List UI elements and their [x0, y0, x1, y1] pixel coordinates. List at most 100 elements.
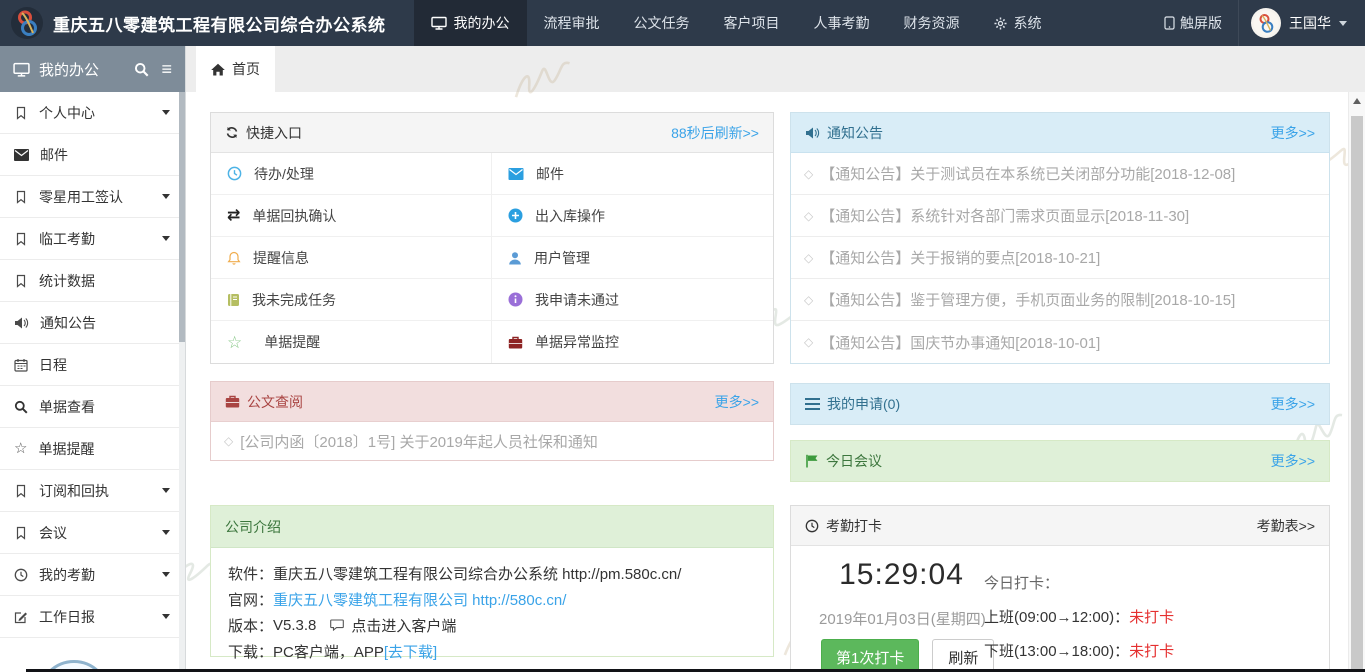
- sidebar-item-temp-attendance[interactable]: 临工考勤: [0, 218, 185, 260]
- scrollbar: [1348, 92, 1365, 672]
- quick-entry-mail[interactable]: 邮件: [492, 153, 773, 195]
- nav-finance-resources[interactable]: 财务资源: [887, 0, 977, 46]
- quick-entry-warehouse-ops[interactable]: 出入库操作: [492, 195, 773, 237]
- quick-entry-reminders[interactable]: 提醒信息: [211, 237, 492, 279]
- clock-time: 15:29:04: [819, 558, 984, 592]
- company-header: 公司介绍: [211, 506, 773, 548]
- sidebar-item-schedule[interactable]: 日程: [0, 344, 185, 386]
- website-link[interactable]: 重庆五八零建筑工程有限公司 http://580c.cn/: [273, 589, 566, 610]
- sidebar-item-mail[interactable]: 邮件: [0, 134, 185, 176]
- diamond-bullet-icon: ◇: [804, 252, 813, 264]
- sidebar-item-work-daily[interactable]: 工作日报: [0, 596, 185, 638]
- tab-home[interactable]: 首页: [196, 46, 275, 92]
- scrollbar-thumb[interactable]: [1351, 116, 1363, 670]
- diamond-bullet-icon: ◇: [224, 435, 233, 447]
- quick-entry-label: 提醒信息: [253, 248, 309, 268]
- nav-document-tasks[interactable]: 公文任务: [617, 0, 707, 46]
- sidebar-item-statistics[interactable]: 统计数据: [0, 260, 185, 302]
- today-punch-label: 今日打卡：: [984, 572, 1174, 593]
- panel-title: 今日会议: [826, 451, 882, 471]
- chevron-down-icon: [162, 572, 170, 577]
- mail-icon: [14, 149, 29, 161]
- quick-entry-label: 出入库操作: [535, 206, 605, 226]
- sidebar-item-notices[interactable]: 通知公告: [0, 302, 185, 344]
- hamburger-menu-icon[interactable]: ≡: [161, 60, 172, 78]
- nav-my-office[interactable]: 我的办公: [414, 0, 527, 46]
- meetings-more-link[interactable]: 更多>>: [1271, 451, 1315, 471]
- sidebar-item-personal-center[interactable]: 个人中心: [0, 92, 185, 134]
- touch-version-label: 触屏版: [1180, 13, 1222, 33]
- nav-system[interactable]: 系统: [977, 0, 1059, 46]
- sidebar: 我的办公 ≡ 个人中心 邮件 零星用工签认 临工考勤: [0, 46, 186, 672]
- sidebar-item-label: 单据提醒: [38, 439, 94, 459]
- touch-version-link[interactable]: 触屏版: [1148, 0, 1238, 46]
- quick-entry-unfinished-tasks[interactable]: 我未完成任务: [211, 279, 492, 321]
- documents-more-link[interactable]: 更多>>: [715, 392, 759, 412]
- sidebar-item-document-reminder[interactable]: ☆ 单据提醒: [0, 428, 185, 470]
- company-logo[interactable]: [10, 6, 44, 40]
- quick-entry-todo[interactable]: 待办/处理: [211, 153, 492, 195]
- notice-item[interactable]: ◇【通知公告】系统针对各部门需求页面显示[2018-11-30]: [791, 195, 1329, 237]
- download-text: PC客户端，APP: [273, 641, 384, 662]
- panel-title: 公文查阅: [247, 392, 303, 412]
- punch-in-button[interactable]: 第1次打卡: [821, 639, 919, 672]
- user-menu[interactable]: 王国华: [1239, 8, 1365, 38]
- quick-entry-rejected-applications[interactable]: 我申请未通过: [492, 279, 773, 321]
- user-avatar: [1251, 8, 1281, 38]
- client-entry-link[interactable]: 点击进入客户端: [351, 615, 456, 636]
- search-icon[interactable]: [134, 62, 149, 77]
- nav-customer-projects[interactable]: 客户项目: [707, 0, 797, 46]
- chevron-down-icon: [162, 194, 170, 199]
- exchange-icon: ⇄: [227, 208, 240, 224]
- quick-entry-header: 快捷入口 88秒后刷新>>: [211, 113, 773, 153]
- documents-panel: 公文查阅 更多>> ◇[公司内函〔2018〕1号] 关于2019年起人员社保和通…: [210, 381, 774, 461]
- sidebar-item-label: 统计数据: [39, 271, 95, 291]
- notice-text: 【通知公告】国庆节办事通知[2018-10-01]: [820, 332, 1100, 353]
- sidebar-item-meetings[interactable]: 会议: [0, 512, 185, 554]
- nav-process-approval[interactable]: 流程审批: [527, 0, 617, 46]
- plus-circle-icon: [508, 208, 523, 223]
- sidebar-item-label: 日程: [39, 355, 67, 375]
- nav-label: 流程审批: [544, 13, 600, 33]
- sidebar-item-subscriptions[interactable]: 订阅和回执: [0, 470, 185, 512]
- user-icon: [508, 251, 522, 265]
- morning-status: 未打卡: [1129, 609, 1174, 626]
- sidebar-title: 我的办公: [39, 59, 99, 80]
- quick-entry-anomaly-monitor[interactable]: 单据异常监控: [492, 321, 773, 363]
- nav-label: 人事考勤: [814, 13, 870, 33]
- star-icon: ☆: [14, 441, 27, 456]
- panel-title: 通知公告: [827, 123, 883, 143]
- notice-item[interactable]: ◇【通知公告】关于测试员在本系统已关闭部分功能[2018-12-08]: [791, 153, 1329, 195]
- mail-icon: [508, 168, 524, 180]
- notice-item[interactable]: ◇【通知公告】国庆节办事通知[2018-10-01]: [791, 321, 1329, 363]
- panel-title: 快捷入口: [246, 123, 302, 143]
- bookmark-icon: [14, 484, 28, 498]
- app-title: 重庆五八零建筑工程有限公司综合办公系统: [53, 11, 386, 36]
- document-item[interactable]: ◇[公司内函〔2018〕1号] 关于2019年起人员社保和通知: [211, 422, 773, 460]
- nav-label: 财务资源: [904, 13, 960, 33]
- quick-entry-document-reminder[interactable]: ☆ 单据提醒: [211, 321, 492, 363]
- auto-refresh-countdown[interactable]: 88秒后刷新>>: [671, 123, 759, 143]
- quick-entry-label: 单据提醒: [264, 332, 320, 352]
- quick-entry-label: 用户管理: [534, 248, 590, 268]
- sidebar-item-label: 邮件: [40, 145, 68, 165]
- notice-item[interactable]: ◇【通知公告】鉴于管理方便，手机页面业务的限制[2018-10-15]: [791, 279, 1329, 321]
- sidebar-scrollbar-thumb[interactable]: [179, 92, 185, 342]
- notice-item[interactable]: ◇【通知公告】关于报销的要点[2018-10-21]: [791, 237, 1329, 279]
- nav-hr-attendance[interactable]: 人事考勤: [797, 0, 887, 46]
- sidebar-item-document-view[interactable]: 单据查看: [0, 386, 185, 428]
- topbar: 重庆五八零建筑工程有限公司综合办公系统 我的办公 流程审批 公文任务 客户项目 …: [0, 0, 1365, 46]
- quick-entry-receipt-confirm[interactable]: ⇄ 单据回执确认: [211, 195, 492, 237]
- tab-label: 首页: [232, 59, 260, 79]
- download-link[interactable]: [去下载]: [384, 641, 437, 662]
- notices-more-link[interactable]: 更多>>: [1271, 123, 1315, 143]
- attendance-body: 15:29:04 2019年01月03日(星期四) 第1次打卡 刷新 今日打卡：…: [791, 546, 1329, 672]
- attendance-sheet-link[interactable]: 考勤表>>: [1257, 516, 1315, 536]
- scroll-up-arrow[interactable]: [1353, 98, 1361, 104]
- chevron-down-icon: [1339, 21, 1347, 26]
- quick-entry-user-management[interactable]: 用户管理: [492, 237, 773, 279]
- applications-more-link[interactable]: 更多>>: [1271, 394, 1315, 414]
- nav-label: 我的办公: [454, 13, 510, 33]
- sidebar-item-my-attendance[interactable]: 我的考勤: [0, 554, 185, 596]
- sidebar-item-casual-labor-sign[interactable]: 零星用工签认: [0, 176, 185, 218]
